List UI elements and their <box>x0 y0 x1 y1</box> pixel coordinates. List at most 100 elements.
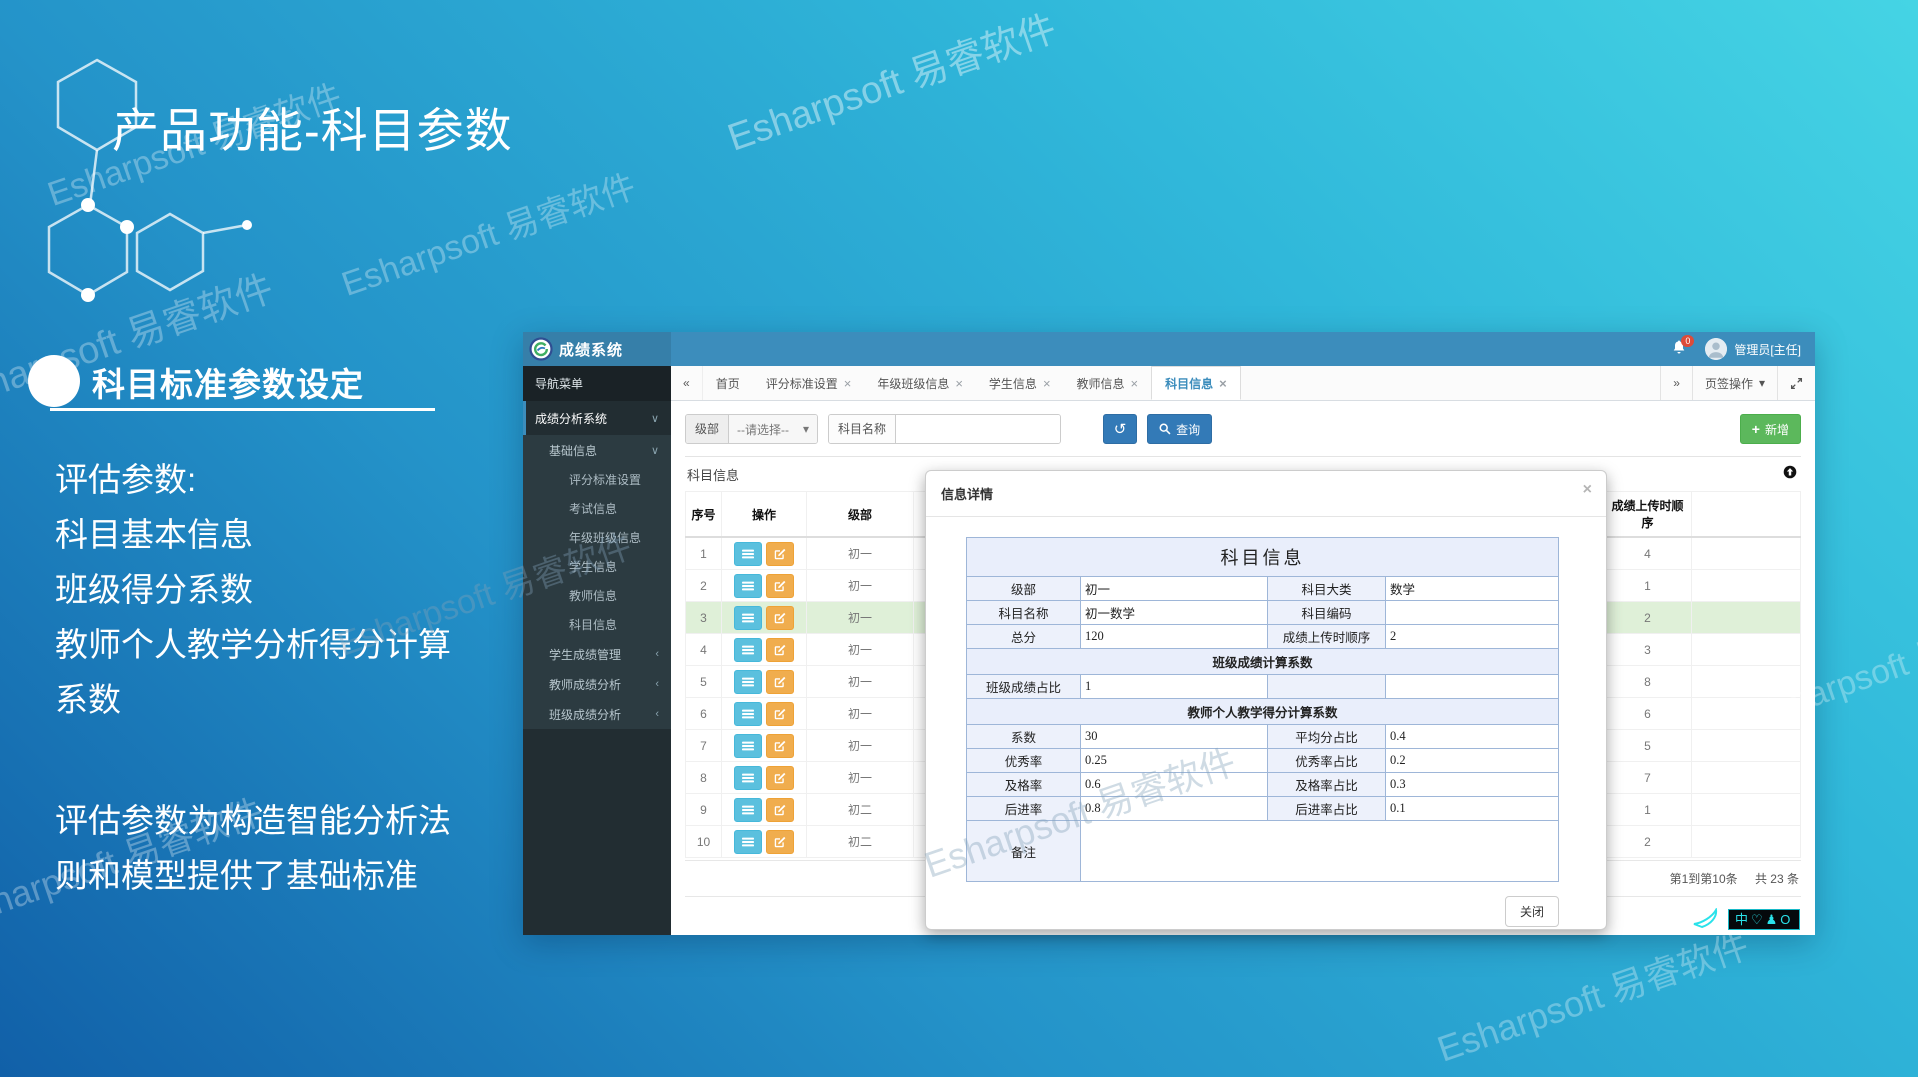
sidebar-item-class-score-analysis[interactable]: 班级成绩分析 ‹ <box>523 699 671 729</box>
sidebar-item-student-info[interactable]: 学生信息 <box>523 552 671 581</box>
section-heading: 科目标准参数设定 <box>92 358 364 406</box>
avatar <box>1705 338 1727 360</box>
detail-row: 后进率 0.8 后进率占比 0.1 <box>967 797 1559 821</box>
tab-label: 评分标准设置 <box>766 375 838 392</box>
tab-teacher-info[interactable]: 教师信息 × <box>1064 366 1152 400</box>
watermark: Esharpsoft 易睿软件 <box>719 0 1062 162</box>
edit-button[interactable] <box>766 670 794 694</box>
list-icon <box>742 708 754 720</box>
sidebar-item-label: 学生成绩管理 <box>549 646 621 663</box>
chevron-down-icon: ∨ <box>651 412 659 425</box>
view-button[interactable] <box>734 638 762 662</box>
sidebar-item-grade-class-info[interactable]: 年级班级信息 <box>523 523 671 552</box>
sidebar-item-student-score-mgmt[interactable]: 学生成绩管理 ‹ <box>523 639 671 669</box>
subject-name-input[interactable] <box>896 415 1060 443</box>
grade-select[interactable]: --请选择-- ▾ <box>729 415 817 443</box>
sidebar-item-label: 成绩分析系统 <box>535 410 607 427</box>
feature-line: 科目基本信息 <box>55 507 451 562</box>
sidebar-item-label: 教师信息 <box>569 587 617 604</box>
edit-button[interactable] <box>766 798 794 822</box>
tab-student-info[interactable]: 学生信息 × <box>976 366 1064 400</box>
col-index: 序号 <box>686 492 722 538</box>
fullscreen-button[interactable] <box>1777 366 1815 400</box>
sidebar-item-label: 基础信息 <box>549 442 597 459</box>
tab-scoring-standard[interactable]: 评分标准设置 × <box>753 366 865 400</box>
tab-label: 首页 <box>716 375 740 392</box>
edit-button[interactable] <box>766 574 794 598</box>
search-button[interactable]: 查询 <box>1147 414 1212 444</box>
pagination-total: 共 23 条 <box>1755 872 1799 886</box>
view-button[interactable] <box>734 574 762 598</box>
view-button[interactable] <box>734 766 762 790</box>
sidebar-item-scoring-standard[interactable]: 评分标准设置 <box>523 465 671 494</box>
brand-name: 成绩系统 <box>559 339 623 360</box>
tab-bar: « 首页 评分标准设置 × 年级班级信息 × 学生信息 <box>671 366 1815 401</box>
tab-grade-class-info[interactable]: 年级班级信息 × <box>864 366 976 400</box>
app-logo[interactable]: 成绩系统 <box>523 332 671 366</box>
sidebar: 导航菜单 成绩分析系统 ∨ 基础信息 ∨ 评分标准设置 考试信息 <box>523 366 671 935</box>
edit-button[interactable] <box>766 542 794 566</box>
close-tab-icon[interactable]: × <box>955 376 963 391</box>
col-actions: 操作 <box>722 492 807 538</box>
tab-operations-dropdown[interactable]: 页签操作 ▾ <box>1692 366 1777 400</box>
school-logo-icon <box>529 337 553 361</box>
sidebar-item-basic-info[interactable]: 基础信息 ∨ <box>523 435 671 465</box>
tab-home[interactable]: 首页 <box>703 366 753 400</box>
close-tab-icon[interactable]: × <box>1131 376 1139 391</box>
chevron-left-icon: ‹ <box>655 708 659 720</box>
edit-button[interactable] <box>766 638 794 662</box>
chevron-left-icon: ‹ <box>655 678 659 690</box>
sidebar-item-exam-info[interactable]: 考试信息 <box>523 494 671 523</box>
sidebar-item-teacher-info[interactable]: 教师信息 <box>523 581 671 610</box>
view-button[interactable] <box>734 798 762 822</box>
close-tab-icon[interactable]: × <box>1043 376 1051 391</box>
edit-button[interactable] <box>766 766 794 790</box>
close-button[interactable]: 关闭 <box>1505 896 1559 927</box>
notifications-button[interactable]: 0 <box>1671 339 1691 359</box>
search-label: 查询 <box>1176 421 1200 438</box>
modal-body: 科目信息 级部 初一 科目大类 数学 科目名称 初一数学 科目编码 总分 <box>926 517 1606 886</box>
view-button[interactable] <box>734 830 762 854</box>
description-line: 则和模型提供了基础标准 <box>55 848 451 903</box>
edit-icon <box>774 644 786 656</box>
tab-label: 学生信息 <box>989 375 1037 392</box>
close-icon[interactable]: × <box>1583 481 1592 499</box>
edit-button[interactable] <box>766 830 794 854</box>
user-menu[interactable]: 管理员[主任] <box>1705 338 1801 360</box>
tab-subject-info[interactable]: 科目信息 × <box>1151 366 1241 400</box>
sidebar-item-teacher-score-analysis[interactable]: 教师成绩分析 ‹ <box>523 669 671 699</box>
close-tab-icon[interactable]: × <box>844 376 852 391</box>
reset-button[interactable]: ↺ <box>1103 414 1137 444</box>
add-button[interactable]: + 新增 <box>1740 414 1801 444</box>
edit-button[interactable] <box>766 702 794 726</box>
view-button[interactable] <box>734 670 762 694</box>
collapse-panel-button[interactable] <box>1783 465 1797 482</box>
ime-badge: 中♡♟O <box>1692 908 1800 930</box>
view-button[interactable] <box>734 606 762 630</box>
sidebar-item-label: 班级成绩分析 <box>549 706 621 723</box>
list-icon <box>742 548 754 560</box>
feature-line: 评估参数: <box>55 452 451 507</box>
chevron-down-icon: ∨ <box>651 444 659 457</box>
description-line: 评估参数为构造智能分析法 <box>55 793 451 848</box>
sidebar-item-subject-info[interactable]: 科目信息 <box>523 610 671 639</box>
sidebar-item-label: 教师成绩分析 <box>549 676 621 693</box>
list-icon <box>742 644 754 656</box>
view-button[interactable] <box>734 734 762 758</box>
edit-button[interactable] <box>766 606 794 630</box>
edit-icon <box>774 804 786 816</box>
sidebar-item-score-analysis-system[interactable]: 成绩分析系统 ∨ <box>523 401 671 435</box>
tab-label: 年级班级信息 <box>877 375 949 392</box>
section-underline <box>50 408 435 411</box>
modal-header: 信息详情 × <box>926 471 1606 517</box>
edit-button[interactable] <box>766 734 794 758</box>
view-button[interactable] <box>734 702 762 726</box>
grade-filter-label: 级部 <box>686 415 729 443</box>
feature-line: 教师个人教学分析得分计算 <box>55 617 451 672</box>
tabs-scroll-right-button[interactable]: » <box>1660 366 1692 400</box>
app-window: 成绩系统 0 <box>523 332 1815 935</box>
view-button[interactable] <box>734 542 762 566</box>
tabs-scroll-left-button[interactable]: « <box>671 366 703 400</box>
edit-icon <box>774 548 786 560</box>
close-tab-icon[interactable]: × <box>1219 376 1227 391</box>
